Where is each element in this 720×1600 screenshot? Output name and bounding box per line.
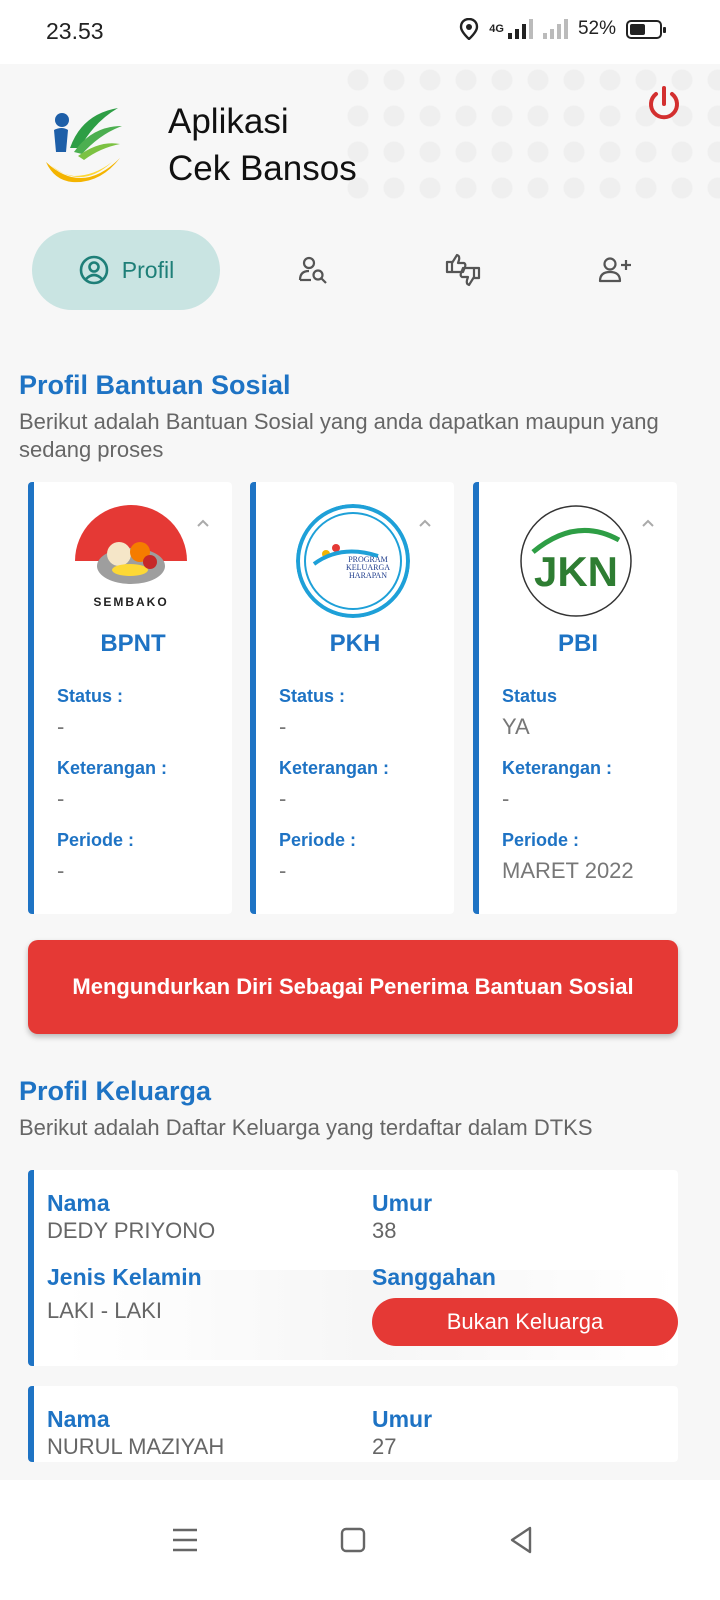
nama-label: Nama: [47, 1190, 110, 1216]
chevron-up-icon[interactable]: [196, 516, 210, 530]
nama-value: NURUL MAZIYAH: [47, 1434, 225, 1459]
family-member-card: Nama DEDY PRIYONO Umur 38 Jenis Kelamin …: [28, 1170, 678, 1366]
keterangan-label: Keterangan :: [502, 758, 613, 778]
status-value: YA: [502, 714, 530, 739]
kemensos-logo-icon: [46, 108, 122, 183]
status-label: Status :: [279, 686, 346, 706]
tab-add-user[interactable]: [570, 230, 660, 310]
periode-value: -: [279, 858, 287, 883]
signal-2-icon: [542, 19, 568, 39]
status-label: Status :: [57, 686, 124, 706]
tab-feedback[interactable]: [418, 230, 508, 310]
family-section-title: Profil Keluarga: [19, 1076, 212, 1106]
bansos-card-pkh[interactable]: PROGRAM KELUARGA HARAPAN PKH Status : - …: [250, 482, 454, 914]
battery-icon: [626, 19, 666, 39]
periode-value: -: [57, 858, 65, 883]
periode-label: Periode :: [57, 830, 135, 850]
user-add-icon: [598, 257, 631, 283]
menu-icon[interactable]: [165, 1520, 205, 1560]
keterangan-value: -: [502, 786, 510, 811]
periode-value: MARET 2022: [502, 858, 634, 883]
umur-label: Umur: [372, 1190, 433, 1216]
status-icons: 4G 52%: [459, 18, 666, 40]
back-triangle-icon[interactable]: [502, 1520, 542, 1560]
signal-icon: [507, 19, 533, 39]
bansos-section-subtitle: Berikut adalah Bantuan Sosial yang anda …: [19, 409, 659, 462]
bansos-section-title: Profil Bantuan Sosial: [19, 370, 291, 400]
status-label: Status: [502, 686, 558, 706]
jenis-kelamin-label: Jenis Kelamin: [47, 1264, 202, 1290]
status-value: -: [279, 714, 287, 739]
tab-profil-label: Profil: [121, 256, 175, 283]
bansos-card-bpnt[interactable]: SEMBAKO BPNT Status : - Keterangan : - P…: [28, 482, 232, 914]
umur-value: 27: [372, 1434, 397, 1459]
resign-button[interactable]: Mengundurkan Diri Sebagai Penerima Bantu…: [28, 940, 678, 1034]
svg-text:HARAPAN: HARAPAN: [349, 571, 387, 580]
bukan-keluarga-button[interactable]: Bukan Keluarga: [372, 1298, 678, 1346]
sanggahan-label: Sanggahan: [372, 1264, 496, 1290]
status-value: -: [57, 714, 65, 739]
bansos-cards: SEMBAKO BPNT Status : - Keterangan : - P…: [28, 482, 688, 914]
tab-bar: Profil: [32, 230, 688, 310]
pkh-logo-icon: PROGRAM KELUARGA HARAPAN: [296, 504, 410, 618]
app-title: Aplikasi Cek Bansos: [168, 98, 357, 192]
sembako-logo-icon: SEMBAKO: [75, 505, 187, 617]
jenis-kelamin-value: LAKI - LAKI: [47, 1298, 162, 1323]
status-bar: 23.53 4G 52%: [0, 0, 720, 64]
network-type: 4G: [489, 23, 504, 35]
tab-profil[interactable]: Profil: [32, 230, 220, 310]
app-title-line2: Cek Bansos: [168, 149, 357, 188]
keterangan-label: Keterangan :: [279, 758, 390, 778]
power-icon[interactable]: [644, 84, 684, 124]
battery-percent: 52%: [577, 18, 616, 39]
svg-text:SEMBAKO: SEMBAKO: [93, 595, 168, 609]
location-icon: [460, 18, 479, 40]
thumbs-up-down-icon: [445, 253, 481, 287]
user-circle-icon: [79, 255, 109, 285]
family-section-subtitle: Berikut adalah Daftar Keluarga yang terd…: [19, 1115, 593, 1140]
keterangan-value: -: [57, 786, 65, 811]
periode-label: Periode :: [279, 830, 357, 850]
user-search-icon: [298, 256, 327, 284]
chevron-up-icon[interactable]: [641, 516, 655, 530]
bansos-name: PBI: [557, 630, 598, 657]
keterangan-label: Keterangan :: [57, 758, 168, 778]
bansos-name: BPNT: [100, 630, 166, 657]
app-title-line1: Aplikasi: [168, 102, 289, 141]
nama-value: DEDY PRIYONO: [47, 1218, 216, 1243]
umur-label: Umur: [372, 1406, 433, 1432]
jkn-logo-icon: JKN: [520, 505, 632, 617]
nama-label: Nama: [47, 1406, 110, 1432]
periode-label: Periode :: [502, 830, 580, 850]
family-member-card: Nama NURUL MAZIYAH Umur 27: [28, 1386, 678, 1462]
home-square-icon[interactable]: [333, 1520, 373, 1560]
tab-search-user[interactable]: [268, 230, 358, 310]
chevron-up-icon[interactable]: [418, 516, 432, 530]
bansos-card-pbi[interactable]: JKN PBI Status YA Keterangan : - Periode…: [473, 482, 677, 914]
status-time: 23.53: [46, 18, 104, 44]
umur-value: 38: [372, 1218, 397, 1243]
keterangan-value: -: [279, 786, 287, 811]
bansos-name: PKH: [329, 630, 381, 657]
system-nav-bar: [0, 1480, 720, 1600]
svg-text:JKN: JKN: [534, 548, 618, 595]
